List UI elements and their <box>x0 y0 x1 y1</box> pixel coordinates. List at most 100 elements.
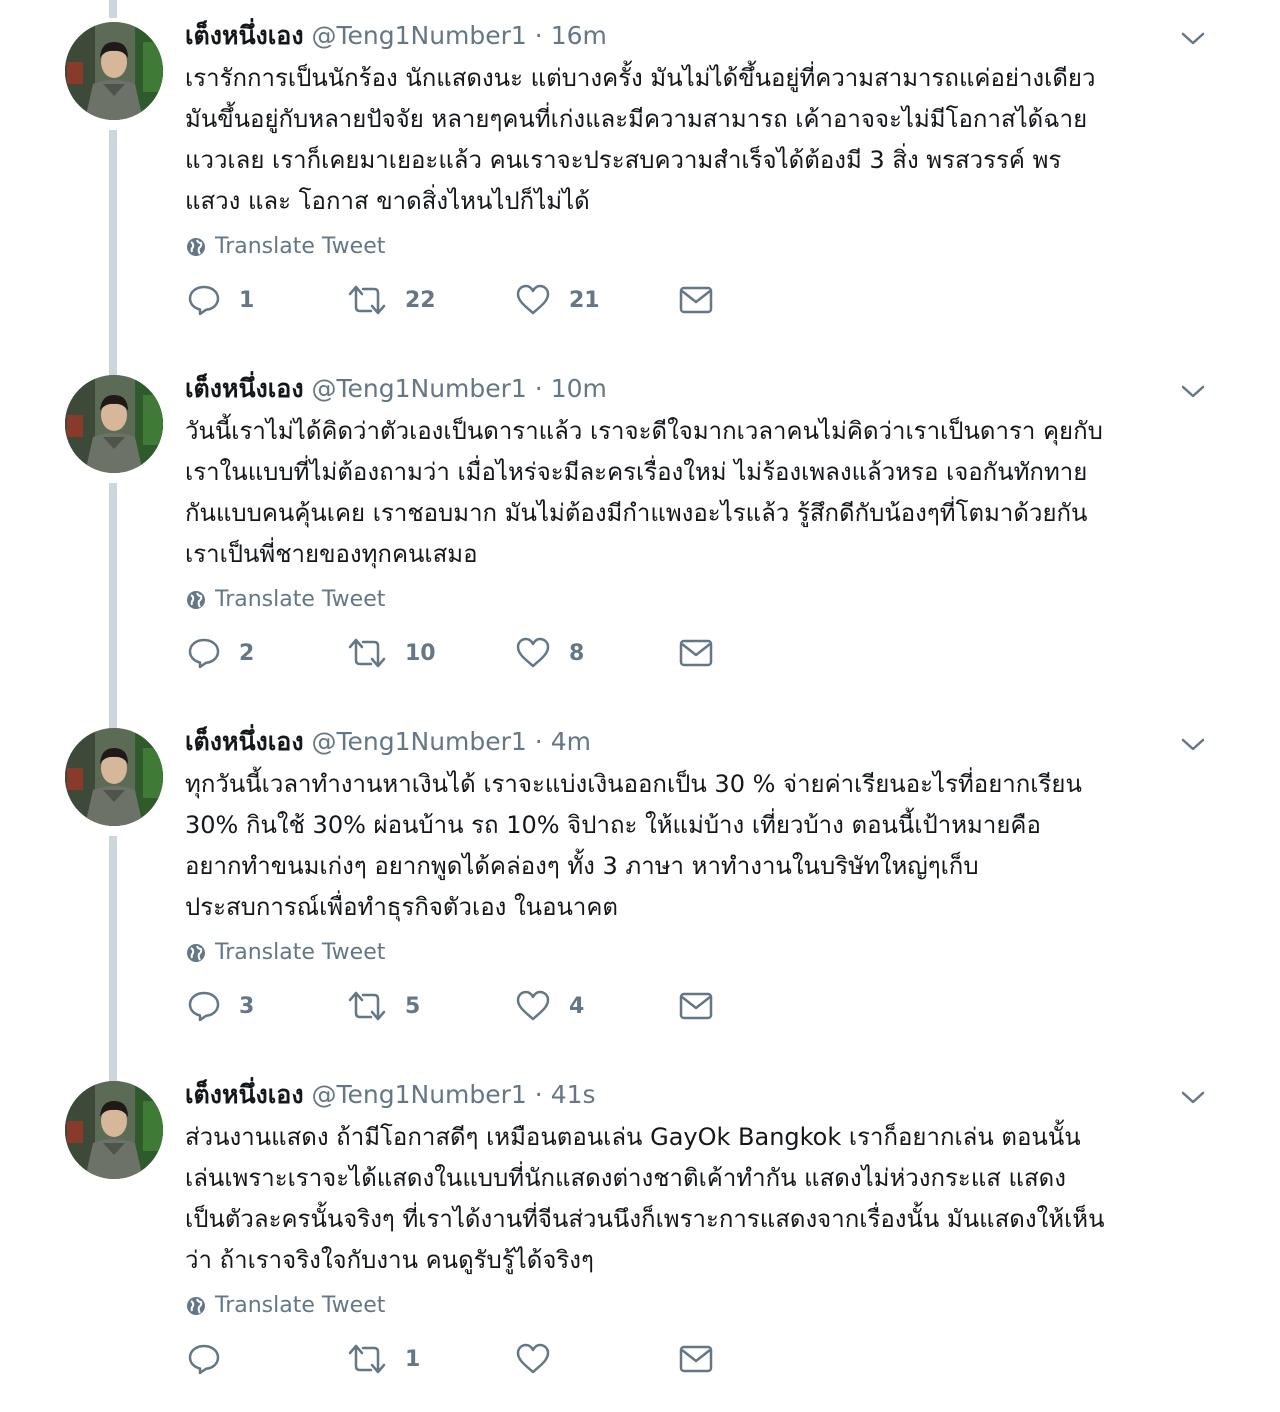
user-handle[interactable]: @Teng1Number1 <box>311 21 526 50</box>
avatar[interactable] <box>65 375 163 473</box>
reply-count: 2 <box>239 640 255 666</box>
avatar[interactable] <box>65 22 163 120</box>
retweet-count: 5 <box>405 993 421 1019</box>
reply-count: 1 <box>239 287 255 313</box>
thread-line <box>109 353 117 375</box>
retweet-button[interactable]: 10 <box>347 633 436 673</box>
thread-line <box>109 706 117 728</box>
tweet[interactable]: เต็งหนึ่งเอง @Teng1Number1 · 10m วันนี้เ… <box>0 353 1280 723</box>
tweet-header: เต็งหนึ่งเอง @Teng1Number1 · 10m <box>185 371 607 407</box>
separator-dot: · <box>534 1080 543 1109</box>
envelope-icon <box>679 992 713 1020</box>
like-count: 4 <box>569 993 585 1019</box>
retweet-icon <box>348 638 386 668</box>
chevron-down-icon[interactable] <box>1180 734 1206 754</box>
retweet-button[interactable]: 1 <box>347 1339 420 1379</box>
display-name[interactable]: เต็งหนึ่งเอง <box>185 21 304 50</box>
like-button[interactable]: 8 <box>515 633 584 673</box>
like-button[interactable]: 4 <box>515 986 584 1026</box>
user-handle[interactable]: @Teng1Number1 <box>311 727 526 756</box>
like-button[interactable] <box>515 1339 569 1379</box>
display-name[interactable]: เต็งหนึ่งเอง <box>185 1080 304 1109</box>
like-count: 8 <box>569 640 585 666</box>
reply-icon <box>188 285 220 316</box>
tweet-header: เต็งหนึ่งเอง @Teng1Number1 · 16m <box>185 18 607 54</box>
thread-line <box>109 0 117 18</box>
reply-button[interactable]: 3 <box>187 986 254 1026</box>
translate-tweet-link[interactable]: Translate Tweet <box>185 1291 385 1321</box>
like-button[interactable]: 21 <box>515 280 600 320</box>
tweet-actions: 3 5 4 <box>187 986 747 1026</box>
translate-label: Translate Tweet <box>215 587 386 612</box>
translate-label: Translate Tweet <box>215 1293 386 1318</box>
tweet-actions: 1 <box>187 1339 747 1379</box>
timestamp[interactable]: 16m <box>551 21 607 50</box>
retweet-button[interactable]: 22 <box>347 280 436 320</box>
separator-dot: · <box>534 21 543 50</box>
reply-icon <box>188 1344 220 1375</box>
tweet-text: ทุกวันนี้เวลาทำงานหาเงินได้ เราจะแบ่งเงิ… <box>185 770 1082 921</box>
tweet-text: ส่วนงานแสดง ถ้ามีโอกาสดีๆ เหมือนตอนเล่น … <box>185 1123 1105 1274</box>
heart-icon <box>516 1343 550 1374</box>
retweet-icon <box>348 285 386 315</box>
direct-message-button[interactable] <box>679 633 713 673</box>
retweet-count: 1 <box>405 1346 421 1372</box>
retweet-icon <box>348 991 386 1021</box>
tweet-header: เต็งหนึ่งเอง @Teng1Number1 · 4m <box>185 724 591 760</box>
user-handle[interactable]: @Teng1Number1 <box>311 1080 526 1109</box>
globe-icon <box>187 238 205 256</box>
reply-button[interactable]: 1 <box>187 280 254 320</box>
timestamp[interactable]: 10m <box>551 374 607 403</box>
display-name[interactable]: เต็งหนึ่งเอง <box>185 374 304 403</box>
heart-icon <box>516 637 550 668</box>
translate-label: Translate Tweet <box>215 234 386 259</box>
tweet-text: เรารักการเป็นนักร้อง นักแสดงนะ แต่บางครั… <box>185 64 1096 215</box>
chevron-down-icon[interactable] <box>1180 381 1206 401</box>
tweet-actions: 2 10 8 <box>187 633 747 673</box>
reply-count: 3 <box>239 993 255 1019</box>
separator-dot: · <box>534 374 543 403</box>
heart-icon <box>516 284 550 315</box>
thread-line <box>109 483 117 723</box>
retweet-count: 22 <box>405 287 436 313</box>
envelope-icon <box>679 639 713 667</box>
reply-icon <box>188 991 220 1022</box>
direct-message-button[interactable] <box>679 280 713 320</box>
envelope-icon <box>679 1345 713 1373</box>
avatar[interactable] <box>65 728 163 826</box>
envelope-icon <box>679 286 713 314</box>
globe-icon <box>187 1297 205 1315</box>
like-count: 21 <box>569 287 600 313</box>
reply-button[interactable]: 2 <box>187 633 254 673</box>
reply-button[interactable] <box>187 1339 239 1379</box>
chevron-down-icon[interactable] <box>1180 28 1206 48</box>
display-name[interactable]: เต็งหนึ่งเอง <box>185 727 304 756</box>
tweet[interactable]: เต็งหนึ่งเอง @Teng1Number1 · 16m เรารักก… <box>0 0 1280 370</box>
thread-line <box>109 836 117 1076</box>
heart-icon <box>516 990 550 1021</box>
translate-label: Translate Tweet <box>215 940 386 965</box>
chevron-down-icon[interactable] <box>1180 1087 1206 1107</box>
tweet[interactable]: เต็งหนึ่งเอง @Teng1Number1 · 4m ทุกวันนี… <box>0 706 1280 1076</box>
retweet-button[interactable]: 5 <box>347 986 420 1026</box>
tweet-actions: 1 22 21 <box>187 280 747 320</box>
thread-line <box>109 130 117 370</box>
direct-message-button[interactable] <box>679 1339 713 1379</box>
thread-line <box>109 1059 117 1081</box>
translate-tweet-link[interactable]: Translate Tweet <box>185 232 385 262</box>
tweet-text: วันนี้เราไม่ได้คิดว่าตัวเองเป็นดาราแล้ว … <box>185 417 1103 568</box>
tweet[interactable]: เต็งหนึ่งเอง @Teng1Number1 · 41s ส่วนงาน… <box>0 1059 1280 1412</box>
retweet-icon <box>348 1344 386 1374</box>
avatar[interactable] <box>65 1081 163 1179</box>
globe-icon <box>187 944 205 962</box>
direct-message-button[interactable] <box>679 986 713 1026</box>
timestamp[interactable]: 4m <box>551 727 591 756</box>
tweet-header: เต็งหนึ่งเอง @Teng1Number1 · 41s <box>185 1077 596 1113</box>
reply-icon <box>188 638 220 669</box>
timestamp[interactable]: 41s <box>551 1080 596 1109</box>
retweet-count: 10 <box>405 640 436 666</box>
user-handle[interactable]: @Teng1Number1 <box>311 374 526 403</box>
translate-tweet-link[interactable]: Translate Tweet <box>185 585 385 615</box>
translate-tweet-link[interactable]: Translate Tweet <box>185 938 385 968</box>
separator-dot: · <box>534 727 543 756</box>
